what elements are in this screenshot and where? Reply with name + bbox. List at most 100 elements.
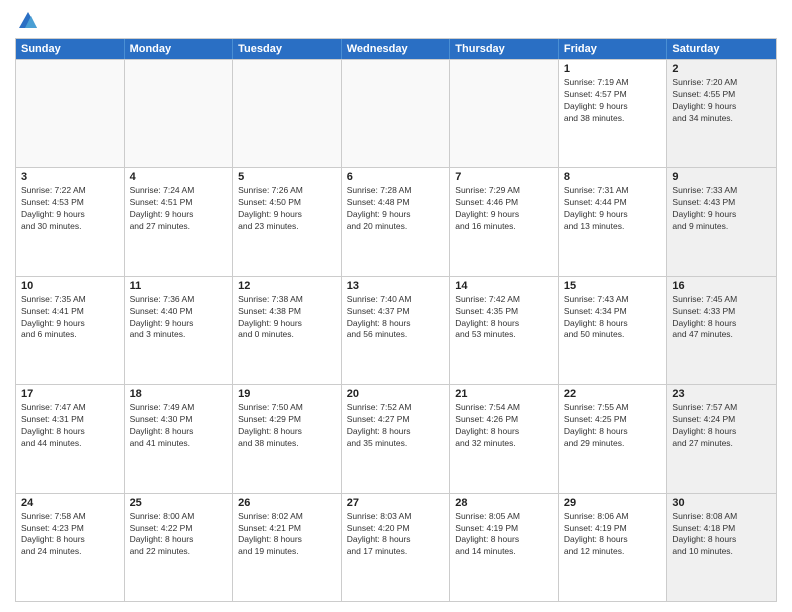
day-info: Sunrise: 7:57 AM Sunset: 4:24 PM Dayligh… — [672, 402, 771, 450]
calendar-cell: 8 Sunrise: 7:31 AM Sunset: 4:44 PM Daylig… — [559, 168, 668, 275]
day-info: Sunrise: 7:20 AM Sunset: 4:55 PM Dayligh… — [672, 77, 771, 125]
day-number: 9 — [672, 171, 771, 183]
day-info: Sunrise: 7:24 AM Sunset: 4:51 PM Dayligh… — [130, 185, 228, 233]
day-number: 17 — [21, 388, 119, 400]
calendar-cell: 9 Sunrise: 7:33 AM Sunset: 4:43 PM Daylig… — [667, 168, 776, 275]
calendar-cell — [125, 60, 234, 167]
calendar-cell: 24 Sunrise: 7:58 AM Sunset: 4:23 PM Dayli… — [16, 494, 125, 601]
day-number: 29 — [564, 497, 662, 509]
day-info: Sunrise: 8:03 AM Sunset: 4:20 PM Dayligh… — [347, 511, 445, 559]
calendar-cell: 23 Sunrise: 7:57 AM Sunset: 4:24 PM Dayli… — [667, 385, 776, 492]
day-info: Sunrise: 7:47 AM Sunset: 4:31 PM Dayligh… — [21, 402, 119, 450]
day-info: Sunrise: 7:49 AM Sunset: 4:30 PM Dayligh… — [130, 402, 228, 450]
day-info: Sunrise: 7:33 AM Sunset: 4:43 PM Dayligh… — [672, 185, 771, 233]
day-number: 10 — [21, 280, 119, 292]
header-day: Friday — [559, 39, 668, 59]
day-info: Sunrise: 7:28 AM Sunset: 4:48 PM Dayligh… — [347, 185, 445, 233]
day-info: Sunrise: 7:26 AM Sunset: 4:50 PM Dayligh… — [238, 185, 336, 233]
day-number: 4 — [130, 171, 228, 183]
day-number: 15 — [564, 280, 662, 292]
calendar-cell — [233, 60, 342, 167]
calendar-cell: 1 Sunrise: 7:19 AM Sunset: 4:57 PM Daylig… — [559, 60, 668, 167]
calendar-body: 1 Sunrise: 7:19 AM Sunset: 4:57 PM Daylig… — [16, 59, 776, 601]
day-number: 27 — [347, 497, 445, 509]
calendar-week: 10Sunrise: 7:35 AM Sunset: 4:41 PM Dayli… — [16, 276, 776, 384]
day-number: 26 — [238, 497, 336, 509]
day-number: 20 — [347, 388, 445, 400]
calendar-week: 3 Sunrise: 7:22 AM Sunset: 4:53 PM Daylig… — [16, 167, 776, 275]
calendar-cell: 14Sunrise: 7:42 AM Sunset: 4:35 PM Dayli… — [450, 277, 559, 384]
day-number: 7 — [455, 171, 553, 183]
header-day: Thursday — [450, 39, 559, 59]
day-number: 11 — [130, 280, 228, 292]
day-info: Sunrise: 8:00 AM Sunset: 4:22 PM Dayligh… — [130, 511, 228, 559]
day-number: 16 — [672, 280, 771, 292]
calendar-cell: 7 Sunrise: 7:29 AM Sunset: 4:46 PM Daylig… — [450, 168, 559, 275]
calendar-header: SundayMondayTuesdayWednesdayThursdayFrid… — [16, 39, 776, 59]
header-day: Tuesday — [233, 39, 342, 59]
day-number: 14 — [455, 280, 553, 292]
calendar-cell — [450, 60, 559, 167]
day-info: Sunrise: 7:40 AM Sunset: 4:37 PM Dayligh… — [347, 294, 445, 342]
calendar-cell: 28Sunrise: 8:05 AM Sunset: 4:19 PM Dayli… — [450, 494, 559, 601]
day-info: Sunrise: 8:08 AM Sunset: 4:18 PM Dayligh… — [672, 511, 771, 559]
calendar-cell: 10Sunrise: 7:35 AM Sunset: 4:41 PM Dayli… — [16, 277, 125, 384]
day-number: 8 — [564, 171, 662, 183]
day-number: 2 — [672, 63, 771, 75]
day-number: 25 — [130, 497, 228, 509]
calendar-cell: 5 Sunrise: 7:26 AM Sunset: 4:50 PM Daylig… — [233, 168, 342, 275]
calendar-cell: 25 Sunrise: 8:00 AM Sunset: 4:22 PM Dayli… — [125, 494, 234, 601]
calendar-cell — [342, 60, 451, 167]
calendar-cell: 2 Sunrise: 7:20 AM Sunset: 4:55 PM Daylig… — [667, 60, 776, 167]
calendar-cell: 22Sunrise: 7:55 AM Sunset: 4:25 PM Dayli… — [559, 385, 668, 492]
day-number: 5 — [238, 171, 336, 183]
header-day: Monday — [125, 39, 234, 59]
calendar-cell: 26 Sunrise: 8:02 AM Sunset: 4:21 PM Dayli… — [233, 494, 342, 601]
day-number: 1 — [564, 63, 662, 75]
logo — [15, 10, 39, 32]
day-info: Sunrise: 7:54 AM Sunset: 4:26 PM Dayligh… — [455, 402, 553, 450]
calendar-cell: 13Sunrise: 7:40 AM Sunset: 4:37 PM Dayli… — [342, 277, 451, 384]
day-number: 3 — [21, 171, 119, 183]
day-number: 24 — [21, 497, 119, 509]
header — [15, 10, 777, 32]
day-info: Sunrise: 7:31 AM Sunset: 4:44 PM Dayligh… — [564, 185, 662, 233]
calendar-cell: 27 Sunrise: 8:03 AM Sunset: 4:20 PM Dayli… — [342, 494, 451, 601]
day-number: 23 — [672, 388, 771, 400]
logo-icon — [17, 10, 39, 32]
day-info: Sunrise: 7:58 AM Sunset: 4:23 PM Dayligh… — [21, 511, 119, 559]
calendar-week: 17 Sunrise: 7:47 AM Sunset: 4:31 PM Dayli… — [16, 384, 776, 492]
day-number: 28 — [455, 497, 553, 509]
calendar-cell: 20 Sunrise: 7:52 AM Sunset: 4:27 PM Dayli… — [342, 385, 451, 492]
page: SundayMondayTuesdayWednesdayThursdayFrid… — [0, 0, 792, 612]
day-info: Sunrise: 7:36 AM Sunset: 4:40 PM Dayligh… — [130, 294, 228, 342]
day-info: Sunrise: 7:43 AM Sunset: 4:34 PM Dayligh… — [564, 294, 662, 342]
day-info: Sunrise: 7:45 AM Sunset: 4:33 PM Dayligh… — [672, 294, 771, 342]
calendar-cell: 15 Sunrise: 7:43 AM Sunset: 4:34 PM Dayli… — [559, 277, 668, 384]
day-number: 18 — [130, 388, 228, 400]
day-info: Sunrise: 7:55 AM Sunset: 4:25 PM Dayligh… — [564, 402, 662, 450]
header-day: Wednesday — [342, 39, 451, 59]
header-day: Saturday — [667, 39, 776, 59]
day-number: 12 — [238, 280, 336, 292]
day-info: Sunrise: 7:52 AM Sunset: 4:27 PM Dayligh… — [347, 402, 445, 450]
day-info: Sunrise: 7:29 AM Sunset: 4:46 PM Dayligh… — [455, 185, 553, 233]
calendar-week: 24 Sunrise: 7:58 AM Sunset: 4:23 PM Dayli… — [16, 493, 776, 601]
day-info: Sunrise: 7:38 AM Sunset: 4:38 PM Dayligh… — [238, 294, 336, 342]
calendar-cell: 18 Sunrise: 7:49 AM Sunset: 4:30 PM Dayli… — [125, 385, 234, 492]
calendar-cell: 4 Sunrise: 7:24 AM Sunset: 4:51 PM Daylig… — [125, 168, 234, 275]
calendar-cell: 21 Sunrise: 7:54 AM Sunset: 4:26 PM Dayli… — [450, 385, 559, 492]
day-number: 21 — [455, 388, 553, 400]
calendar-cell: 3 Sunrise: 7:22 AM Sunset: 4:53 PM Daylig… — [16, 168, 125, 275]
day-number: 30 — [672, 497, 771, 509]
calendar-cell: 12 Sunrise: 7:38 AM Sunset: 4:38 PM Dayli… — [233, 277, 342, 384]
calendar-cell: 30 Sunrise: 8:08 AM Sunset: 4:18 PM Dayli… — [667, 494, 776, 601]
calendar-cell — [16, 60, 125, 167]
calendar-cell: 16 Sunrise: 7:45 AM Sunset: 4:33 PM Dayli… — [667, 277, 776, 384]
day-info: Sunrise: 7:22 AM Sunset: 4:53 PM Dayligh… — [21, 185, 119, 233]
calendar-cell: 17 Sunrise: 7:47 AM Sunset: 4:31 PM Dayli… — [16, 385, 125, 492]
header-day: Sunday — [16, 39, 125, 59]
day-info: Sunrise: 7:19 AM Sunset: 4:57 PM Dayligh… — [564, 77, 662, 125]
day-info: Sunrise: 8:02 AM Sunset: 4:21 PM Dayligh… — [238, 511, 336, 559]
day-number: 6 — [347, 171, 445, 183]
